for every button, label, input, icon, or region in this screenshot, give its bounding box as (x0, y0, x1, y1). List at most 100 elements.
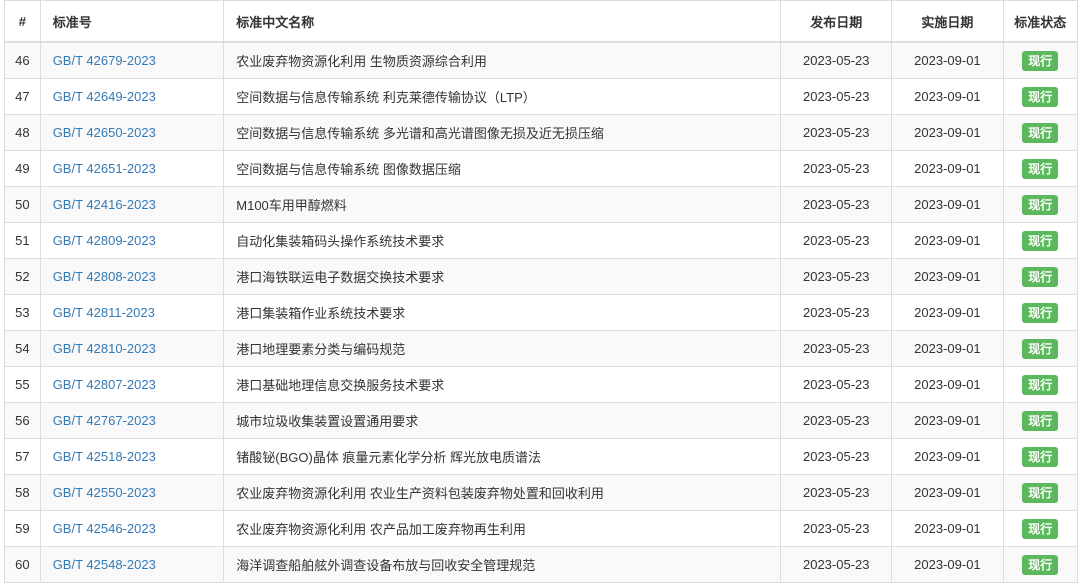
publish-date: 2023-05-23 (780, 78, 893, 115)
status-cell: 现行 (1002, 546, 1078, 583)
table-row: 46 GB/T 42679-2023 农业废弃物资源化利用 生物质资源综合利用 202… (4, 41, 1078, 79)
standard-number-link[interactable]: GB/T 42679-2023 (53, 53, 156, 68)
table-row: 47 GB/T 42649-2023 空间数据与信息传输系统 利克莱德传输协议（LT… (4, 78, 1078, 115)
table-header: # 标准号 标准中文名称 发布日期 实施日期 标准状态 (4, 0, 1078, 43)
standard-number-cell: GB/T 42767-2023 (39, 402, 225, 439)
status-badge: 现行 (1022, 266, 1059, 287)
status-badge: 现行 (1022, 194, 1059, 215)
column-header-implement-date: 实施日期 (891, 0, 1004, 43)
publish-date: 2023-05-23 (780, 510, 893, 547)
standard-number-link[interactable]: GB/T 42649-2023 (53, 89, 156, 104)
table-row: 59 GB/T 42546-2023 农业废弃物资源化利用 农产品加工废弃物再生利用… (4, 510, 1078, 547)
implement-date: 2023-09-01 (891, 258, 1004, 295)
standard-number-link[interactable]: GB/T 42650-2023 (53, 125, 156, 140)
table-row: 54 GB/T 42810-2023 港口地理要素分类与编码规范 2023-05-23… (4, 330, 1078, 367)
status-badge: 现行 (1022, 230, 1059, 251)
status-badge: 现行 (1022, 482, 1059, 503)
table-row: 52 GB/T 42808-2023 港口海铁联运电子数据交换技术要求 2023-05… (4, 258, 1078, 295)
status-cell: 现行 (1002, 294, 1078, 331)
row-number: 47 (4, 78, 41, 115)
status-badge: 现行 (1022, 446, 1059, 467)
status-badge: 现行 (1022, 50, 1059, 71)
standard-number-cell: GB/T 42809-2023 (39, 222, 225, 259)
standard-number-link[interactable]: GB/T 42810-2023 (53, 341, 156, 356)
standard-number-link[interactable]: GB/T 42548-2023 (53, 557, 156, 572)
status-cell: 现行 (1002, 366, 1078, 403)
status-cell: 现行 (1002, 222, 1078, 259)
row-number: 54 (4, 330, 41, 367)
row-number: 56 (4, 402, 41, 439)
implement-date: 2023-09-01 (891, 474, 1004, 511)
publish-date: 2023-05-23 (780, 186, 893, 223)
row-number: 51 (4, 222, 41, 259)
header-row: # 标准号 标准中文名称 发布日期 实施日期 标准状态 (4, 0, 1078, 43)
status-cell: 现行 (1002, 78, 1078, 115)
publish-date: 2023-05-23 (780, 114, 893, 151)
standard-number-cell: GB/T 42546-2023 (39, 510, 225, 547)
standard-number-link[interactable]: GB/T 42550-2023 (53, 485, 156, 500)
status-cell: 现行 (1002, 186, 1078, 223)
standard-number-link[interactable]: GB/T 42808-2023 (53, 269, 156, 284)
standard-number-cell: GB/T 42649-2023 (39, 78, 225, 115)
standard-number-cell: GB/T 42550-2023 (39, 474, 225, 511)
standard-number-link[interactable]: GB/T 42651-2023 (53, 161, 156, 176)
table-row: 55 GB/T 42807-2023 港口基础地理信息交换服务技术要求 2023-05… (4, 366, 1078, 403)
implement-date: 2023-09-01 (891, 330, 1004, 367)
status-cell: 现行 (1002, 438, 1078, 475)
standard-number-cell: GB/T 42679-2023 (39, 41, 225, 79)
publish-date: 2023-05-23 (780, 294, 893, 331)
standard-name: 空间数据与信息传输系统 图像数据压缩 (223, 150, 782, 187)
standard-number-link[interactable]: GB/T 42809-2023 (53, 233, 156, 248)
row-number: 52 (4, 258, 41, 295)
implement-date: 2023-09-01 (891, 366, 1004, 403)
standard-number-cell: GB/T 42651-2023 (39, 150, 225, 187)
publish-date: 2023-05-23 (780, 474, 893, 511)
standard-number-link[interactable]: GB/T 42811-2023 (53, 305, 155, 320)
standard-name: 港口海铁联运电子数据交换技术要求 (223, 258, 782, 295)
status-cell: 现行 (1002, 41, 1078, 79)
implement-date: 2023-09-01 (891, 546, 1004, 583)
standard-name: 空间数据与信息传输系统 利克莱德传输协议（LTP） (223, 78, 782, 115)
table-row: 51 GB/T 42809-2023 自动化集装箱码头操作系统技术要求 2023-05… (4, 222, 1078, 259)
table-row: 50 GB/T 42416-2023 M100车用甲醇燃料 2023-05-23 202… (4, 186, 1078, 223)
status-cell: 现行 (1002, 258, 1078, 295)
row-number: 49 (4, 150, 41, 187)
implement-date: 2023-09-01 (891, 438, 1004, 475)
row-number: 46 (4, 41, 41, 79)
standard-number-link[interactable]: GB/T 42807-2023 (53, 377, 156, 392)
standard-name: 自动化集装箱码头操作系统技术要求 (223, 222, 782, 259)
status-badge: 现行 (1022, 338, 1059, 359)
table-row: 60 GB/T 42548-2023 海洋调查船舶舷外调查设备布放与回收安全管理规范… (4, 546, 1078, 583)
standard-number-cell: GB/T 42811-2023 (39, 294, 225, 331)
standard-number-link[interactable]: GB/T 42546-2023 (53, 521, 156, 536)
implement-date: 2023-09-01 (891, 114, 1004, 151)
implement-date: 2023-09-01 (891, 78, 1004, 115)
table-row: 48 GB/T 42650-2023 空间数据与信息传输系统 多光谱和高光谱图像无损… (4, 114, 1078, 151)
status-cell: 现行 (1002, 114, 1078, 151)
standard-name: 港口集装箱作业系统技术要求 (223, 294, 782, 331)
implement-date: 2023-09-01 (891, 150, 1004, 187)
standard-number-link[interactable]: GB/T 42518-2023 (53, 449, 156, 464)
implement-date: 2023-09-01 (891, 186, 1004, 223)
implement-date: 2023-09-01 (891, 294, 1004, 331)
publish-date: 2023-05-23 (780, 402, 893, 439)
standard-number-cell: GB/T 42808-2023 (39, 258, 225, 295)
publish-date: 2023-05-23 (780, 258, 893, 295)
publish-date: 2023-05-23 (780, 330, 893, 367)
standards-table-container: # 标准号 标准中文名称 发布日期 实施日期 标准状态 46 GB/T 42679… (4, 0, 1078, 583)
standard-name: 农业废弃物资源化利用 农业生产资料包装废弃物处置和回收利用 (223, 474, 782, 511)
status-cell: 现行 (1002, 510, 1078, 547)
table-body: 46 GB/T 42679-2023 农业废弃物资源化利用 生物质资源综合利用 202… (4, 41, 1078, 583)
table-row: 56 GB/T 42767-2023 城市垃圾收集装置设置通用要求 2023-05-2… (4, 402, 1078, 439)
table-row: 49 GB/T 42651-2023 空间数据与信息传输系统 图像数据压缩 2023-… (4, 150, 1078, 187)
status-cell: 现行 (1002, 474, 1078, 511)
column-header-standard-number: 标准号 (39, 0, 225, 43)
standard-number-link[interactable]: GB/T 42416-2023 (53, 197, 156, 212)
status-cell: 现行 (1002, 150, 1078, 187)
status-badge: 现行 (1022, 410, 1059, 431)
standard-number-link[interactable]: GB/T 42767-2023 (53, 413, 156, 428)
standard-name: 锗酸铋(BGO)晶体 痕量元素化学分析 辉光放电质谱法 (223, 438, 782, 475)
publish-date: 2023-05-23 (780, 41, 893, 79)
standard-name: 空间数据与信息传输系统 多光谱和高光谱图像无损及近无损压缩 (223, 114, 782, 151)
implement-date: 2023-09-01 (891, 222, 1004, 259)
